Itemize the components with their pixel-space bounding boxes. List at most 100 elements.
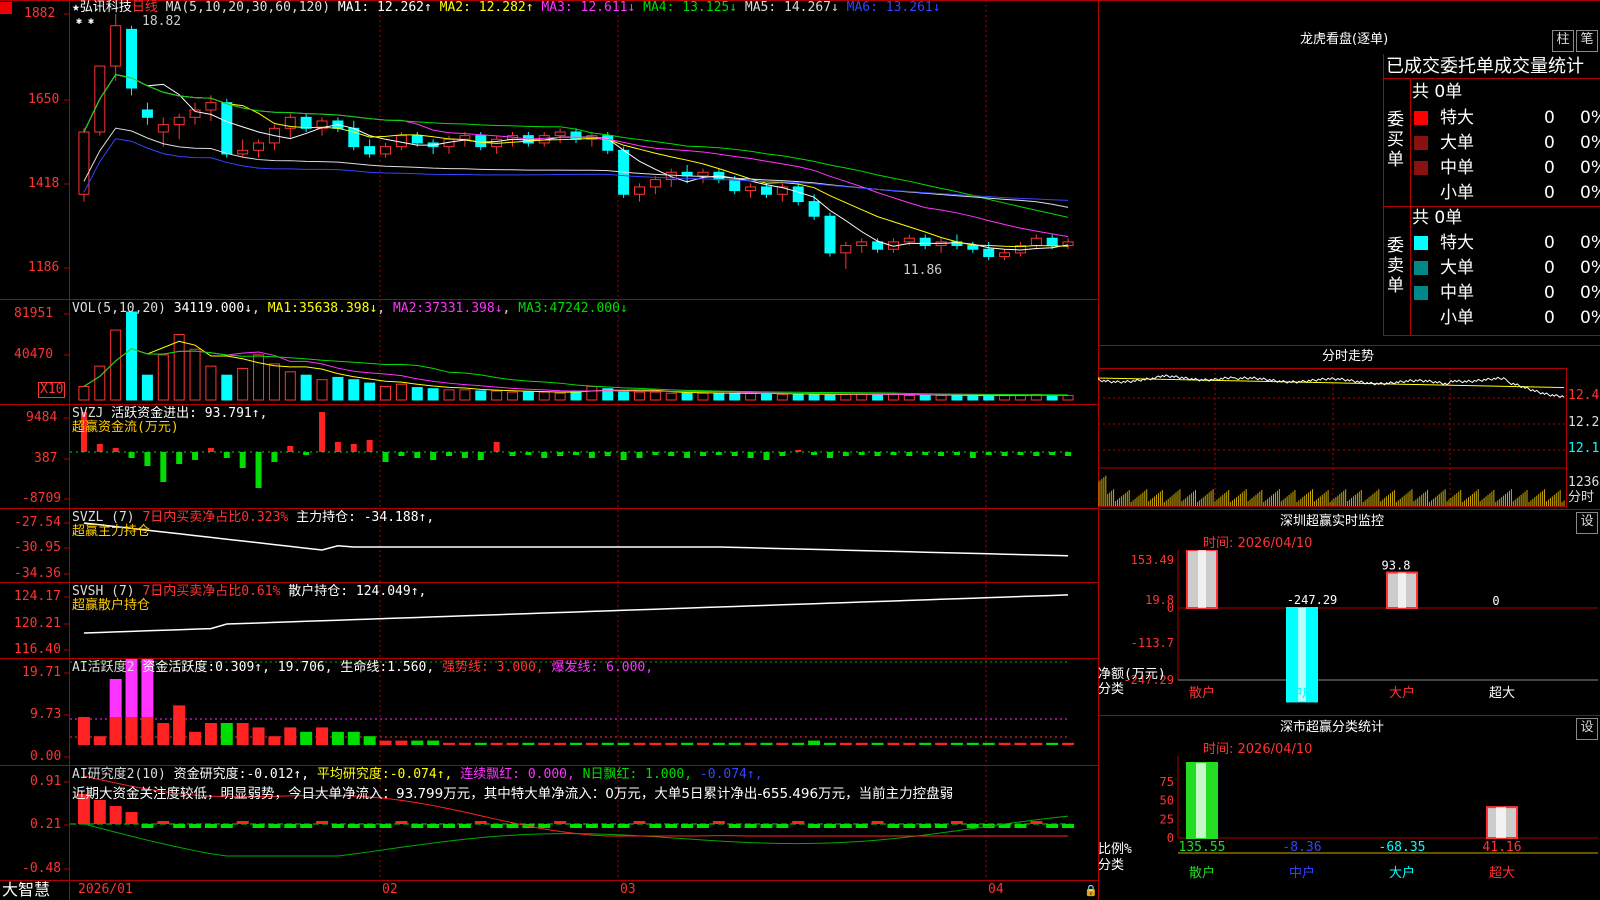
- volume-bar: [205, 365, 217, 401]
- volume-bar: [951, 394, 963, 401]
- volume-bar: [221, 374, 233, 401]
- candle-body: [205, 102, 217, 111]
- dragon-row[interactable]: 小单 0 0%: [1412, 306, 1600, 330]
- activity-bar: [204, 723, 217, 745]
- dragon-row[interactable]: 中单 0 0%: [1412, 281, 1600, 305]
- ai-activity-header: AI活跃度2 资金活跃度:0.309↑, 19.706, 生命线:1.560, …: [72, 660, 654, 675]
- lock-icon[interactable]: 🔒: [1084, 883, 1098, 899]
- svzj-bar: [446, 452, 453, 456]
- row-count: 0: [1544, 133, 1555, 153]
- dragon-row[interactable]: 特大 0 0%: [1412, 231, 1600, 255]
- vol-header: VOL(5,10,20) 34119.000↓, MA1:35638.398↓,…: [72, 301, 628, 316]
- sz-class-category: 大户: [1389, 865, 1415, 881]
- axis-tick: 387: [34, 451, 58, 466]
- volume-bar: [999, 394, 1011, 401]
- research-bar: [1046, 824, 1059, 828]
- volume-bar: [618, 391, 630, 401]
- sz-class-category: 超大: [1489, 866, 1515, 881]
- activity-bar: [268, 736, 281, 745]
- svzj-bar: [128, 452, 135, 458]
- volume-bar: [903, 394, 915, 401]
- sz-class-chart[interactable]: 75 50 25 0 135.55 散户 -8.36 中户 -68.35 大户 41.16 超大 比例%…: [1098, 756, 1600, 900]
- sz-class-tick: 75: [1160, 775, 1174, 789]
- svzj-bar: [874, 452, 881, 456]
- axis-tick: -0.48: [22, 861, 62, 876]
- research-bar: [252, 824, 265, 828]
- activity-bar: [823, 742, 836, 745]
- research-bar: [1014, 824, 1027, 828]
- research-bar: [443, 824, 456, 828]
- activity-bar: [347, 731, 360, 745]
- research-bar: [411, 824, 424, 828]
- svzj-bar: [779, 452, 786, 456]
- volume-bar: [141, 374, 153, 401]
- research-bar: [696, 824, 709, 828]
- volume-bar: [364, 382, 376, 401]
- candle-body: [999, 252, 1011, 258]
- intraday-chart[interactable]: [1098, 368, 1568, 508]
- sz-class-settings-button[interactable]: 设: [1576, 718, 1598, 740]
- dragon-row[interactable]: 中单 0 0%: [1412, 156, 1600, 180]
- sz-monitor-category: 超大: [1489, 686, 1515, 701]
- svzj-bar: [192, 452, 199, 460]
- candle-body: [983, 248, 995, 258]
- svzj-bar: [430, 452, 437, 460]
- sz-class-category: 中户: [1289, 865, 1315, 881]
- research-bar: [760, 824, 773, 828]
- activity-bar: [744, 742, 757, 745]
- activity-base-bar: [77, 717, 90, 745]
- row-label: 小单: [1440, 308, 1474, 328]
- color-swatch: [1414, 136, 1428, 150]
- research-bar: [570, 824, 582, 828]
- candle-body: [745, 186, 757, 192]
- axis-tick: -8709: [22, 491, 62, 506]
- dragon-row[interactable]: 大单 0 0%: [1412, 256, 1600, 280]
- stock-name[interactable]: ★弘讯科技: [72, 0, 132, 15]
- candlestick-chart[interactable]: [70, 0, 1098, 299]
- svzj-bar: [96, 444, 103, 452]
- row-percent: 0%: [1580, 158, 1600, 178]
- activity-bar: [712, 742, 725, 745]
- sz-monitor-value: -247.29: [1287, 593, 1338, 607]
- dragon-row[interactable]: 小单 0 0%: [1412, 181, 1600, 205]
- ma-value-1: MA1: 12.262↑: [337, 0, 432, 15]
- candle-body: [1030, 237, 1042, 247]
- sz-monitor-category: 散户: [1189, 685, 1215, 701]
- axis-tick: 1418: [28, 176, 60, 191]
- candle-body: [253, 142, 265, 151]
- ai-research-chart[interactable]: [70, 766, 1098, 880]
- period-label[interactable]: 日线: [132, 0, 158, 15]
- dragon-row[interactable]: 特大 0 0%: [1412, 106, 1600, 130]
- row-label: 中单: [1440, 283, 1474, 303]
- sz-monitor-chart[interactable]: 153.4919.80-113.7-247.29153.49散户-247.29中…: [1098, 550, 1600, 715]
- axis-tick: 12.43: [1568, 388, 1600, 403]
- svzj-bar: [366, 440, 373, 452]
- row-count: 0: [1544, 183, 1555, 203]
- dragon-row[interactable]: 大单 0 0%: [1412, 131, 1600, 155]
- volume-bar: [475, 390, 487, 401]
- sz-monitor-settings-button[interactable]: 设: [1576, 512, 1598, 534]
- svzj-bar: [588, 452, 595, 458]
- research-bar: [363, 824, 376, 828]
- vol-unit-badge[interactable]: X10: [38, 382, 66, 398]
- svzj-bar: [699, 452, 706, 456]
- research-bar: [744, 824, 757, 828]
- color-swatch: [1414, 286, 1428, 300]
- tick-mode-button[interactable]: 笔: [1576, 30, 1598, 52]
- volume-bar: [395, 383, 407, 401]
- bar-mode-button[interactable]: 柱: [1552, 30, 1574, 52]
- row-label: 大单: [1440, 133, 1474, 153]
- research-bar: [316, 821, 329, 824]
- activity-bar: [1030, 742, 1043, 745]
- menu-button[interactable]: [0, 2, 12, 14]
- activity-bar: [665, 742, 678, 745]
- axis-tick: 12.13: [1568, 441, 1600, 456]
- sz-monitor-ylabel: 净额(万元): [1098, 667, 1166, 682]
- axis-tick: 0.21: [30, 817, 62, 832]
- sz-monitor-tick: -113.7: [1131, 636, 1174, 650]
- brand-logo[interactable]: 大智慧: [2, 880, 50, 900]
- candle-body: [697, 171, 709, 177]
- svzj-bar: [763, 452, 770, 460]
- sz-class-ylabel: 分类: [1098, 858, 1124, 873]
- activity-bar: [728, 742, 741, 745]
